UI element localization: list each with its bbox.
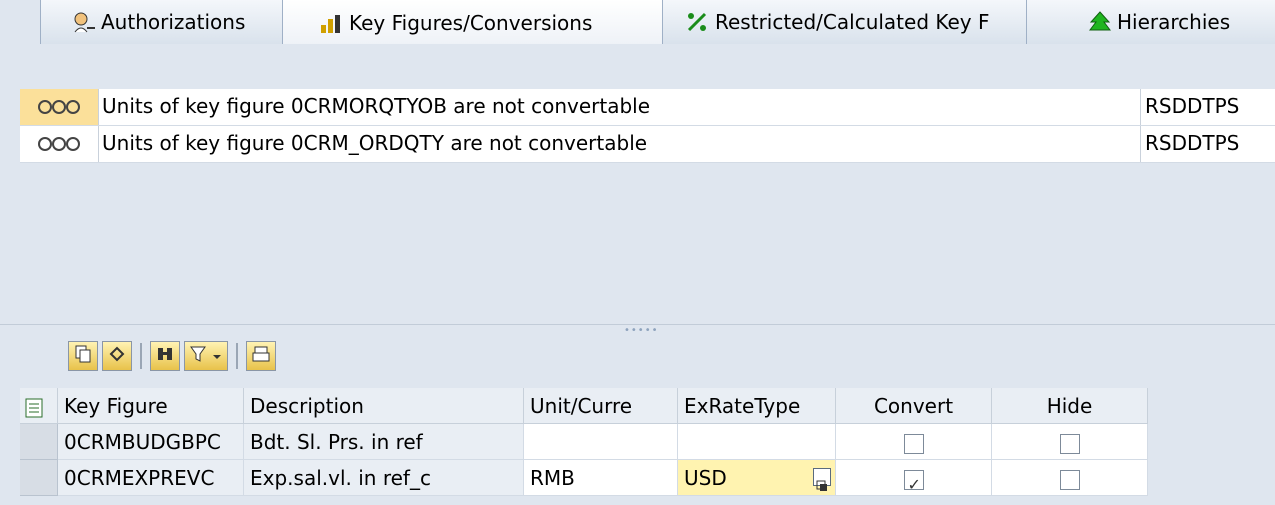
message-program: RSDDTPS — [1140, 126, 1275, 162]
key-figure-cell[interactable]: 0CRMBUDGBPC — [58, 424, 244, 460]
exrate-cell[interactable]: USD — [678, 460, 836, 496]
message-text: Units of key figure 0CRM_ORDQTY are not … — [102, 131, 648, 155]
toolbar-separator — [140, 343, 142, 369]
tab-label: Restricted/Calculated Key F — [715, 10, 990, 34]
value-help-icon[interactable] — [813, 468, 831, 491]
convert-cell — [836, 424, 992, 460]
tab-key-figures[interactable]: Key Figures/Conversions — [282, 0, 700, 45]
grip-icon: ••••• — [624, 325, 659, 336]
find-icon — [156, 344, 174, 368]
tab-strip: Authorizations Key Figures/Conversions R… — [0, 0, 1275, 45]
traffic-light-icon — [20, 89, 99, 125]
tab-restricted-calculated[interactable]: Restricted/Calculated Key F — [662, 0, 1046, 44]
key-figure-cell[interactable]: 0CRMEXPREVC — [58, 460, 244, 496]
message-program: RSDDTPS — [1140, 89, 1275, 125]
description-cell[interactable]: Bdt. Sl. Prs. in ref — [244, 424, 524, 460]
copy-icon — [74, 344, 92, 368]
convert-cell: ✓ — [836, 460, 992, 496]
tab-hierarchies[interactable]: Hierarchies — [1026, 0, 1275, 44]
column-header[interactable]: ExRateType — [678, 388, 836, 424]
grid-toolbar — [68, 338, 280, 374]
select-all-button[interactable] — [20, 388, 58, 424]
traffic-light-icon — [20, 126, 99, 162]
message-row[interactable]: Units of key figure 0CRM_ORDQTY are not … — [20, 126, 1275, 163]
unit-cell[interactable]: RMB — [524, 460, 678, 496]
tab-label: Hierarchies — [1117, 10, 1231, 34]
message-panel: Units of key figure 0CRMORQTYOB are not … — [0, 44, 1275, 324]
tab-authorizations[interactable]: Authorizations — [40, 0, 302, 44]
hide-checkbox[interactable] — [1059, 433, 1080, 454]
message-row[interactable]: Units of key figure 0CRMORQTYOB are not … — [20, 89, 1275, 126]
convert-checkbox[interactable]: ✓ — [903, 469, 924, 494]
print-button[interactable] — [246, 341, 276, 371]
select-all-icon — [24, 394, 46, 418]
print-icon — [252, 344, 270, 368]
key-figures-icon — [319, 11, 345, 35]
column-header[interactable]: Unit/Curre — [524, 388, 678, 424]
restricted-calc-icon — [685, 10, 711, 34]
filter-button[interactable] — [184, 341, 228, 371]
undo-icon — [108, 344, 126, 368]
exrate-value: USD — [684, 466, 727, 490]
tab-label: Authorizations — [101, 10, 246, 34]
column-header[interactable]: Hide — [992, 388, 1148, 424]
column-header[interactable]: Key Figure — [58, 388, 244, 424]
hierarchies-icon — [1087, 10, 1113, 34]
hide-checkbox[interactable] — [1059, 469, 1080, 490]
description-cell[interactable]: Exp.sal.vl. in ref_c — [244, 460, 524, 496]
hide-cell — [992, 424, 1148, 460]
copy-button[interactable] — [68, 341, 98, 371]
tab-label: Key Figures/Conversions — [349, 10, 593, 35]
authorizations-icon — [71, 10, 97, 34]
exrate-cell[interactable] — [678, 424, 836, 460]
message-text: Units of key figure 0CRMORQTYOB are not … — [102, 94, 651, 118]
row-selector[interactable] — [20, 460, 58, 496]
unit-cell[interactable] — [524, 424, 678, 460]
filter-icon — [189, 344, 223, 368]
toolbar-separator — [236, 343, 238, 369]
row-selector[interactable] — [20, 424, 58, 460]
convert-checkbox[interactable] — [903, 433, 924, 454]
column-header[interactable]: Convert — [836, 388, 992, 424]
checkmark-icon: ✓ — [907, 474, 921, 494]
hide-cell — [992, 460, 1148, 496]
undo-button[interactable] — [102, 341, 132, 371]
find-button[interactable] — [150, 341, 180, 371]
splitter-handle[interactable]: ••••• — [0, 324, 1275, 336]
column-header[interactable]: Description — [244, 388, 524, 424]
